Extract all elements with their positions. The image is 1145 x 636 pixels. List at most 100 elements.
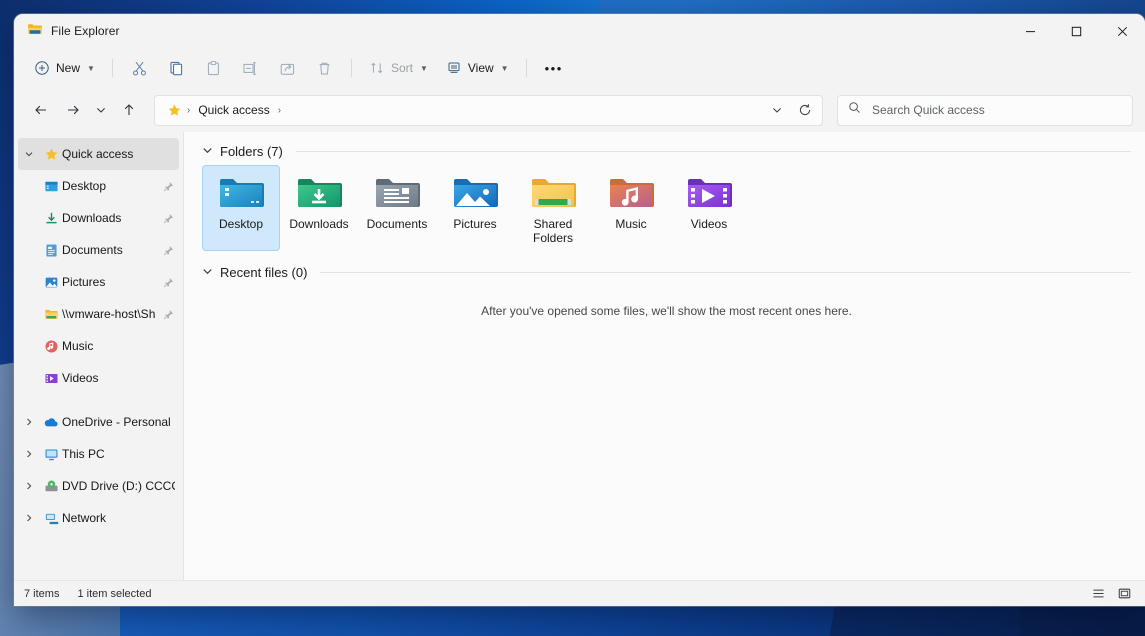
music-icon [40,339,62,354]
videos-icon [40,371,62,386]
back-arrow-icon [35,105,46,115]
window-title: File Explorer [51,24,120,38]
up-button[interactable] [114,95,144,125]
chevron-right-icon[interactable] [18,417,40,427]
desktop-folder-icon [40,179,62,194]
minimize-button[interactable] [1007,14,1053,48]
sidebar-item-downloads[interactable]: Downloads [18,202,179,234]
chevron-down-icon: ▼ [419,63,428,73]
folders-group-title: Folders (7) [220,144,283,159]
recent-locations-button[interactable] [90,95,112,125]
list-view-button[interactable] [1087,584,1109,604]
view-button[interactable]: View ▼ [438,53,517,83]
chevron-down-icon[interactable] [202,145,213,158]
pin-icon[interactable] [161,245,175,256]
sidebar-item-documents[interactable]: Documents [18,234,179,266]
navigation-bar: › Quick access › [14,88,1145,132]
maximize-button[interactable] [1053,14,1099,48]
forward-arrow-icon [68,105,79,115]
sidebar-item-music[interactable]: Music [18,330,179,362]
toolbar-divider [111,59,113,77]
chevron-down-icon [97,108,105,113]
content-pane: Folders (7) Desktop Downloads Documents … [184,132,1145,580]
new-button-label: New [56,61,81,75]
sidebar-item-label: DVD Drive (D:) CCCOM [62,479,175,493]
chevron-down-icon: ▼ [500,63,509,73]
paste-button[interactable] [196,53,231,83]
status-bar: 7 items 1 item selected [14,580,1145,606]
rename-button[interactable] [233,53,268,83]
tile-view-icon [1118,588,1130,599]
delete-button[interactable] [307,53,342,83]
new-button[interactable]: New ▼ [26,53,103,83]
sidebar-item-videos[interactable]: Videos [18,362,179,394]
chevron-down-icon: ▼ [87,63,95,73]
sidebar-item-onedrive[interactable]: OneDrive - Personal [18,406,179,438]
folder-tile-shared-folders[interactable]: Shared Folders [514,165,592,251]
breadcrumb-separator[interactable]: › [276,105,283,116]
title-bar: File Explorer [14,14,1145,48]
copy-button[interactable] [159,53,194,83]
forward-button[interactable] [58,95,88,125]
status-selection-count: 1 item selected [77,587,152,600]
chevron-right-icon[interactable] [18,449,40,459]
network-icon [40,511,62,526]
command-bar: New ▼ Sort ▼ View ▼ ••• [14,48,1145,88]
pin-icon[interactable] [161,277,175,288]
documents-folder-icon [373,172,421,212]
desktop-background: File Explorer New ▼ Sort ▼ View ▼ ••• › … [0,0,1145,636]
recent-files-group-header[interactable]: Recent files (0) [202,265,1131,280]
sidebar-item-label: Desktop [62,179,107,193]
navigation-pane[interactable]: Quick access Desktop Downloads Documents… [14,132,183,580]
refresh-button[interactable] [792,98,818,123]
search-input[interactable] [870,102,1122,118]
downloads-folder-icon [295,172,343,212]
folder-tile-desktop[interactable]: Desktop [202,165,280,251]
file-explorer-window: File Explorer New ▼ Sort ▼ View ▼ ••• › … [14,14,1145,606]
tile-view-button[interactable] [1113,584,1135,604]
onedrive-icon [40,414,62,430]
sidebar-item-dvd-drive[interactable]: DVD Drive (D:) CCCOM [18,470,179,502]
star-icon [164,103,185,118]
chevron-right-icon[interactable] [18,481,40,491]
pin-icon[interactable] [161,213,175,224]
sidebar-item-quick-access[interactable]: Quick access [18,138,179,170]
pin-icon[interactable] [161,181,175,192]
ellipsis-icon: ••• [544,60,563,76]
folder-tile-pictures[interactable]: Pictures [436,165,514,251]
address-bar[interactable]: › Quick access › [154,94,823,126]
view-button-label: View [467,61,494,75]
share-button[interactable] [270,53,305,83]
window-controls [1007,14,1145,48]
sidebar-item-desktop[interactable]: Desktop [18,170,179,202]
group-divider-line [320,272,1131,273]
sidebar-item-vmware-host-share[interactable]: \\vmware-host\Sh [18,298,179,330]
close-button[interactable] [1099,14,1145,48]
chevron-down-icon[interactable] [202,266,213,279]
sidebar-item-label: Music [62,339,94,353]
folder-tile-documents[interactable]: Documents [358,165,436,251]
pin-icon[interactable] [161,309,175,320]
folder-tile-downloads[interactable]: Downloads [280,165,358,251]
folder-tile-music[interactable]: Music [592,165,670,251]
sort-button[interactable]: Sort ▼ [361,53,436,83]
sidebar-item-network[interactable]: Network [18,502,179,534]
sidebar-item-label: Downloads [62,211,122,225]
back-button[interactable] [26,95,56,125]
more-options-button[interactable]: ••• [536,53,572,83]
address-dropdown-button[interactable] [764,98,790,123]
chevron-down-icon[interactable] [18,149,40,159]
up-arrow-icon [124,104,134,115]
sidebar-item-pictures[interactable]: Pictures [18,266,179,298]
breadcrumb-quick-access[interactable]: Quick access [192,100,275,120]
search-box[interactable] [837,94,1133,126]
folder-tile-videos[interactable]: Videos [670,165,748,251]
folders-group-header[interactable]: Folders (7) [202,144,1131,159]
network-folder-icon [40,307,62,322]
sort-icon [371,62,383,74]
chevron-right-icon[interactable] [18,513,40,523]
cut-button[interactable] [122,53,157,83]
desktop-folder-icon [217,172,265,212]
sidebar-item-this-pc[interactable]: This PC [18,438,179,470]
